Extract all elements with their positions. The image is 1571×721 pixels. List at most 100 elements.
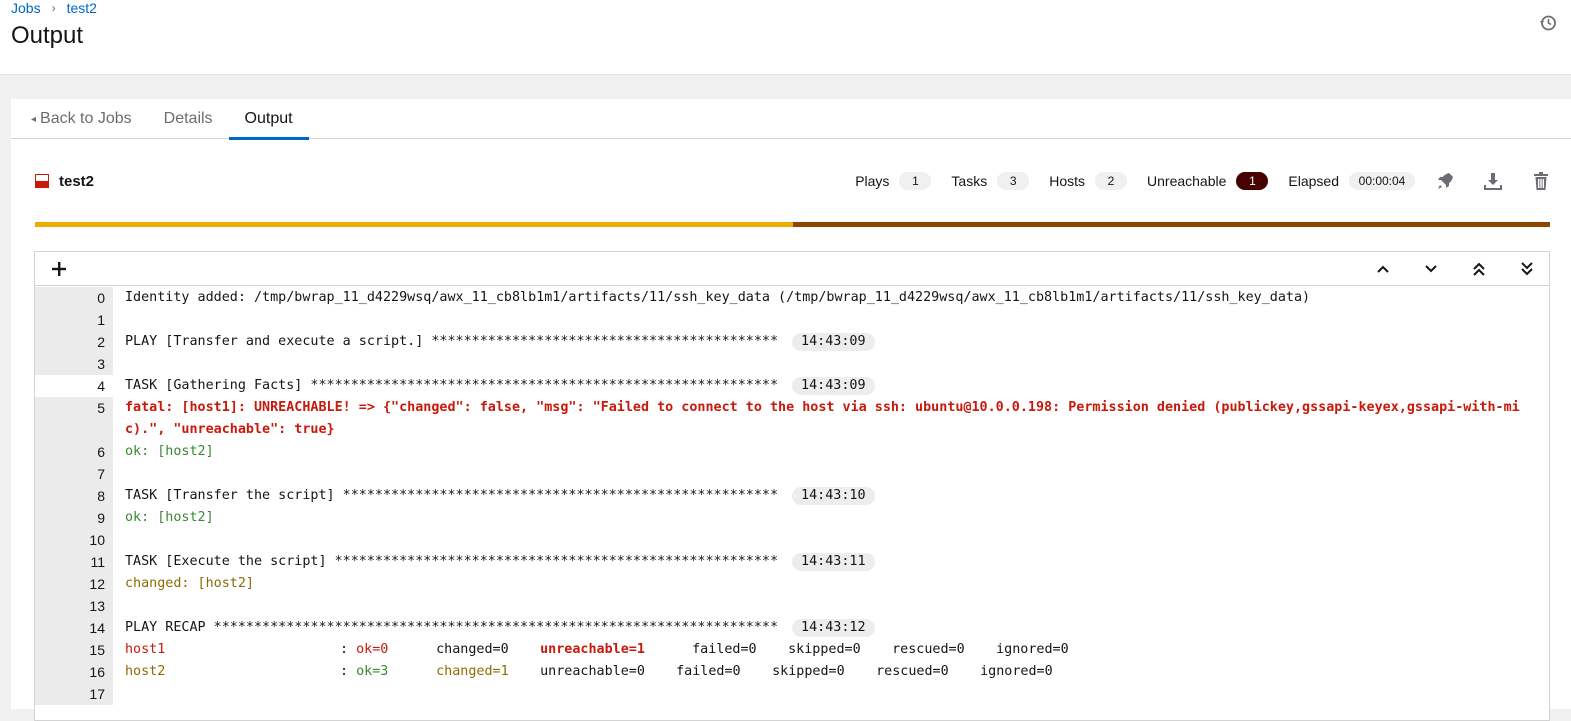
line-content (113, 309, 1549, 331)
task-header: TASK [Gathering Facts] *****************… (125, 378, 779, 393)
plays-label: Plays (855, 173, 890, 189)
line-number: 8 (35, 485, 113, 507)
output-toolbar (35, 252, 1549, 286)
timestamp-badge: 14:43:09 (792, 377, 875, 395)
line-content-ok: ok: [host2] (125, 444, 214, 459)
line-number: 1 (35, 309, 113, 331)
line-number: 12 (35, 573, 113, 595)
job-output-card: ◂ Back to Jobs Details Output test2 Play… (11, 99, 1571, 721)
line-number: 0 (35, 287, 113, 309)
line-content: Identity added: /tmp/bwrap_11_d4229wsq/a… (125, 290, 1311, 305)
recap-sep: : (340, 664, 357, 679)
timestamp-badge: 14:43:10 (792, 487, 875, 505)
trash-icon[interactable] (1531, 171, 1551, 191)
ok-segment (35, 222, 793, 227)
line-content (113, 595, 1549, 617)
tasks-badge: 3 (997, 172, 1030, 190)
tab-details[interactable]: Details (148, 99, 229, 139)
output-line: 14 PLAY RECAP **************************… (35, 617, 1549, 639)
chevron-up-icon[interactable] (1373, 260, 1393, 278)
recap-skipped: skipped=0 (788, 642, 861, 657)
output-line: 0 Identity added: /tmp/bwrap_11_d4229wsq… (35, 287, 1549, 309)
recap-unreachable: unreachable=0 (540, 664, 645, 679)
line-content-ok: ok: [host2] (125, 510, 214, 525)
output-nav-buttons (1345, 260, 1537, 278)
line-number: 7 (35, 463, 113, 485)
recap-unreachable: unreachable=1 (540, 642, 645, 657)
line-number: 11 (35, 551, 113, 573)
breadcrumb-current-link[interactable]: test2 (67, 0, 97, 16)
line-number: 2 (35, 331, 113, 353)
hosts-count: Hosts 2 (1049, 172, 1128, 190)
download-icon[interactable] (1483, 171, 1503, 191)
elapsed-badge: 00:00:04 (1349, 172, 1415, 190)
host-status-bar (35, 222, 1550, 227)
breadcrumb-jobs-link[interactable]: Jobs (11, 0, 41, 16)
unreachable-segment (792, 222, 1550, 227)
unreachable-badge: 1 (1236, 172, 1269, 190)
output-line: 8 TASK [Transfer the script] ***********… (35, 485, 1549, 507)
recap-changed: changed=0 (436, 642, 509, 657)
job-summary-row: test2 Plays 1 Tasks 3 Hosts 2 Unreachabl… (35, 167, 1551, 195)
output-line: 1 (35, 309, 1549, 331)
recap-ok: ok=0 (356, 642, 389, 657)
page-header: Jobs › test2 Output (0, 0, 1571, 75)
recap-changed: changed=1 (436, 664, 509, 679)
line-number: 17 (35, 683, 113, 705)
timestamp-badge: 14:43:11 (792, 553, 875, 571)
recap-ok: ok=3 (356, 664, 389, 679)
tasks-count: Tasks 3 (951, 172, 1030, 190)
failed-status-icon (35, 174, 49, 188)
tab-back-to-jobs[interactable]: ◂ Back to Jobs (11, 99, 148, 139)
tab-output[interactable]: Output (228, 99, 309, 140)
output-line: 6 ok: [host2] (35, 441, 1549, 463)
plays-badge: 1 (899, 172, 932, 190)
tab-label: Back to Jobs (40, 110, 132, 127)
plus-icon[interactable] (49, 259, 69, 279)
history-icon[interactable] (1539, 14, 1557, 32)
line-number: 10 (35, 529, 113, 551)
page-title: Output (11, 22, 84, 49)
output-line: 16 host2: ok=3 changed=1 unreachable=0 fail… (35, 661, 1549, 683)
recap-header: PLAY RECAP *****************************… (125, 620, 779, 635)
line-content: TASK [Execute the script] **************… (113, 551, 1549, 573)
line-content-fatal: fatal: [host1]: UNREACHABLE! => {"change… (125, 400, 1520, 437)
line-number: 9 (35, 507, 113, 529)
output-line: 3 (35, 353, 1549, 375)
task-header: TASK [Execute the script] **************… (125, 554, 779, 569)
timestamp-badge: 14:43:09 (792, 333, 875, 351)
tab-label: Details (163, 110, 213, 127)
line-number: 14 (35, 617, 113, 639)
output-lines: 0 Identity added: /tmp/bwrap_11_d4229wsq… (35, 287, 1549, 720)
recap-sep: : (340, 642, 357, 657)
job-name: test2 (59, 172, 95, 190)
job-output-panel: 0 Identity added: /tmp/bwrap_11_d4229wsq… (34, 251, 1550, 721)
output-line[interactable]: 4 TASK [Gathering Facts] ***************… (35, 375, 1549, 397)
output-line: 11 TASK [Execute the script] ***********… (35, 551, 1549, 573)
play-header: PLAY [Transfer and execute a script.] **… (125, 334, 779, 349)
recap-ignored: ignored=0 (980, 664, 1053, 679)
chevron-down-icon[interactable] (1421, 260, 1441, 278)
double-chevron-up-icon[interactable] (1469, 260, 1489, 278)
recap-failed: failed=0 (676, 664, 741, 679)
line-content: TASK [Gathering Facts] *****************… (113, 375, 1549, 397)
recap-skipped: skipped=0 (772, 664, 845, 679)
output-line: 10 (35, 529, 1549, 551)
line-content (113, 529, 1549, 551)
tasks-label: Tasks (951, 173, 988, 189)
line-content: PLAY [Transfer and execute a script.] **… (113, 331, 1549, 353)
output-line: 9 ok: [host2] (35, 507, 1549, 529)
line-number: 15 (35, 639, 113, 661)
double-chevron-down-icon[interactable] (1517, 260, 1537, 278)
line-content-recap: host1: ok=0 changed=0 unreachable=1 failed=… (113, 639, 1549, 661)
output-line: 7 (35, 463, 1549, 485)
rocket-icon[interactable] (1435, 171, 1455, 191)
output-line: 2 PLAY [Transfer and execute a script.] … (35, 331, 1549, 353)
line-number: 13 (35, 595, 113, 617)
line-number: 3 (35, 353, 113, 375)
line-content (113, 353, 1549, 375)
line-number: 6 (35, 441, 113, 463)
line-content (113, 683, 1549, 705)
unreachable-count: Unreachable 1 (1147, 172, 1269, 190)
output-line: 15 host1: ok=0 changed=0 unreachable=1 fail… (35, 639, 1549, 661)
